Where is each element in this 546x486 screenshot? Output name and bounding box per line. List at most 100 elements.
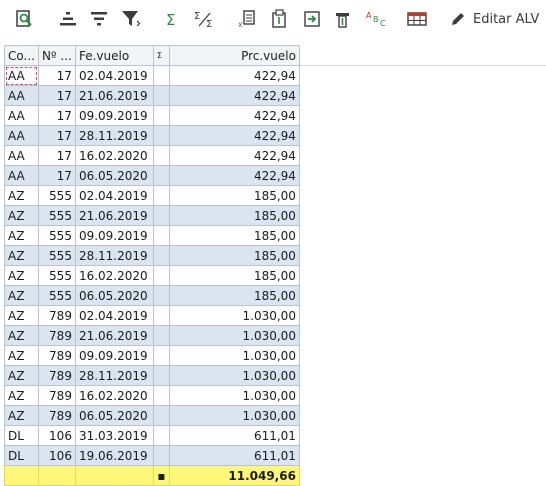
- cell-flight-date[interactable]: 02.04.2019: [74, 65, 154, 86]
- cell-flight-date[interactable]: 06.05.2020: [74, 165, 154, 186]
- cell-flight-number[interactable]: 17: [37, 65, 76, 86]
- column-header-flight-date[interactable]: Fe.vuelo: [74, 45, 154, 66]
- cell-sigma[interactable]: [152, 85, 170, 106]
- export-excel-icon[interactable]: x: [236, 8, 258, 30]
- cell-flight-number[interactable]: 17: [37, 125, 76, 146]
- cell-flight-date[interactable]: 31.03.2019: [74, 425, 154, 446]
- cell-company[interactable]: DL: [4, 445, 39, 466]
- table-row[interactable]: AZ 789 21.06.2019 1.030,00: [4, 325, 300, 346]
- export-icon[interactable]: [301, 8, 323, 30]
- cell-company[interactable]: AZ: [4, 325, 39, 346]
- details-icon[interactable]: [13, 8, 35, 30]
- cell-company[interactable]: AA: [4, 165, 39, 186]
- table-row[interactable]: AA 17 02.04.2019 422,94: [4, 65, 300, 86]
- cell-flight-date[interactable]: 06.05.2020: [74, 405, 154, 426]
- table-row[interactable]: AZ 789 16.02.2020 1.030,00: [4, 385, 300, 406]
- cell-flight-date[interactable]: 21.06.2019: [74, 205, 154, 226]
- cell-price[interactable]: 422,94: [168, 145, 300, 166]
- cell-company[interactable]: AZ: [4, 225, 39, 246]
- cell-sigma[interactable]: [152, 205, 170, 226]
- cell-company[interactable]: AZ: [4, 365, 39, 386]
- cell-company[interactable]: AA: [4, 145, 39, 166]
- edit-alv-button[interactable]: Editar ALV: [449, 8, 544, 30]
- cell-sigma[interactable]: [152, 365, 170, 386]
- cell-price[interactable]: 1.030,00: [168, 365, 300, 386]
- cell-company[interactable]: AZ: [4, 245, 39, 266]
- cell-flight-date[interactable]: 09.09.2019: [74, 225, 154, 246]
- cell-flight-number[interactable]: 789: [37, 405, 76, 426]
- table-row[interactable]: AZ 555 28.11.2019 185,00: [4, 245, 300, 266]
- cell-flight-number[interactable]: 17: [37, 105, 76, 126]
- cell-flight-date[interactable]: 09.09.2019: [74, 105, 154, 126]
- cell-sigma[interactable]: [152, 305, 170, 326]
- table-row[interactable]: AZ 789 06.05.2020 1.030,00: [4, 405, 300, 426]
- cell-flight-number[interactable]: 106: [37, 445, 76, 466]
- table-row[interactable]: AZ 555 21.06.2019 185,00: [4, 205, 300, 226]
- cell-flight-number[interactable]: 555: [37, 185, 76, 206]
- cell-sigma[interactable]: [152, 405, 170, 426]
- cell-flight-date[interactable]: 16.02.2020: [74, 145, 154, 166]
- cell-sigma[interactable]: [152, 185, 170, 206]
- table-row[interactable]: DL 106 19.06.2019 611,01: [4, 445, 300, 466]
- cell-sigma[interactable]: [152, 325, 170, 346]
- table-row[interactable]: AA 17 21.06.2019 422,94: [4, 85, 300, 106]
- cell-company[interactable]: AZ: [4, 385, 39, 406]
- table-row[interactable]: AA 17 28.11.2019 422,94: [4, 125, 300, 146]
- cell-price[interactable]: 422,94: [168, 85, 300, 106]
- table-row[interactable]: AZ 555 06.05.2020 185,00: [4, 285, 300, 306]
- cell-flight-number[interactable]: 17: [37, 165, 76, 186]
- table-row[interactable]: AA 17 16.02.2020 422,94: [4, 145, 300, 166]
- cell-company[interactable]: AA: [4, 125, 39, 146]
- cell-flight-number[interactable]: 555: [37, 225, 76, 246]
- cell-flight-date[interactable]: 21.06.2019: [74, 85, 154, 106]
- cell-sigma[interactable]: [152, 285, 170, 306]
- cell-sigma[interactable]: [152, 345, 170, 366]
- cell-flight-number[interactable]: 17: [37, 85, 76, 106]
- cell-price[interactable]: 1.030,00: [168, 385, 300, 406]
- table-row[interactable]: AA 17 09.09.2019 422,94: [4, 105, 300, 126]
- table-row[interactable]: AZ 789 09.09.2019 1.030,00: [4, 345, 300, 366]
- cell-price[interactable]: 185,00: [168, 185, 300, 206]
- cell-company[interactable]: AZ: [4, 265, 39, 286]
- cell-company[interactable]: AZ: [4, 345, 39, 366]
- cell-flight-date[interactable]: 09.09.2019: [74, 345, 154, 366]
- table-row[interactable]: AZ 789 02.04.2019 1.030,00: [4, 305, 300, 326]
- cell-flight-number[interactable]: 17: [37, 145, 76, 166]
- cell-company[interactable]: AA: [4, 85, 39, 106]
- cell-sigma[interactable]: [152, 145, 170, 166]
- cell-sigma[interactable]: [152, 165, 170, 186]
- cell-flight-date[interactable]: 02.04.2019: [74, 185, 154, 206]
- column-header-price[interactable]: Prc.vuelo: [168, 45, 300, 66]
- cell-sigma[interactable]: [152, 65, 170, 86]
- cell-company[interactable]: AA: [4, 105, 39, 126]
- cell-flight-date[interactable]: 28.11.2019: [74, 245, 154, 266]
- cell-price[interactable]: 185,00: [168, 245, 300, 266]
- sort-descending-icon[interactable]: [88, 8, 110, 30]
- print-preview-icon[interactable]: [268, 8, 290, 30]
- sum-icon[interactable]: Σ: [162, 8, 182, 30]
- cell-price[interactable]: 185,00: [168, 265, 300, 286]
- cell-price[interactable]: 1.030,00: [168, 305, 300, 326]
- cell-price[interactable]: 185,00: [168, 225, 300, 246]
- table-row[interactable]: AA 17 06.05.2020 422,94: [4, 165, 300, 186]
- cell-price[interactable]: 422,94: [168, 125, 300, 146]
- cell-flight-date[interactable]: 06.05.2020: [74, 285, 154, 306]
- cell-company[interactable]: AZ: [4, 185, 39, 206]
- abc-analysis-icon[interactable]: ABC: [365, 8, 389, 30]
- cell-sigma[interactable]: [152, 245, 170, 266]
- cell-price[interactable]: 422,94: [168, 105, 300, 126]
- cell-company[interactable]: AZ: [4, 205, 39, 226]
- cell-price[interactable]: 1.030,00: [168, 325, 300, 346]
- cell-price[interactable]: 1.030,00: [168, 405, 300, 426]
- column-header-sigma[interactable]: Σ: [152, 45, 170, 66]
- cell-company[interactable]: AZ: [4, 285, 39, 306]
- table-row[interactable]: AZ 555 09.09.2019 185,00: [4, 225, 300, 246]
- cell-price[interactable]: 1.030,00: [168, 345, 300, 366]
- column-header-flight-number[interactable]: Nº ...: [37, 45, 76, 66]
- cell-price[interactable]: 185,00: [168, 205, 300, 226]
- cell-sigma[interactable]: [152, 385, 170, 406]
- cell-sigma[interactable]: [152, 445, 170, 466]
- cell-flight-date[interactable]: 28.11.2019: [74, 125, 154, 146]
- subtotal-icon[interactable]: ΣΣ: [193, 8, 217, 30]
- cell-flight-number[interactable]: 106: [37, 425, 76, 446]
